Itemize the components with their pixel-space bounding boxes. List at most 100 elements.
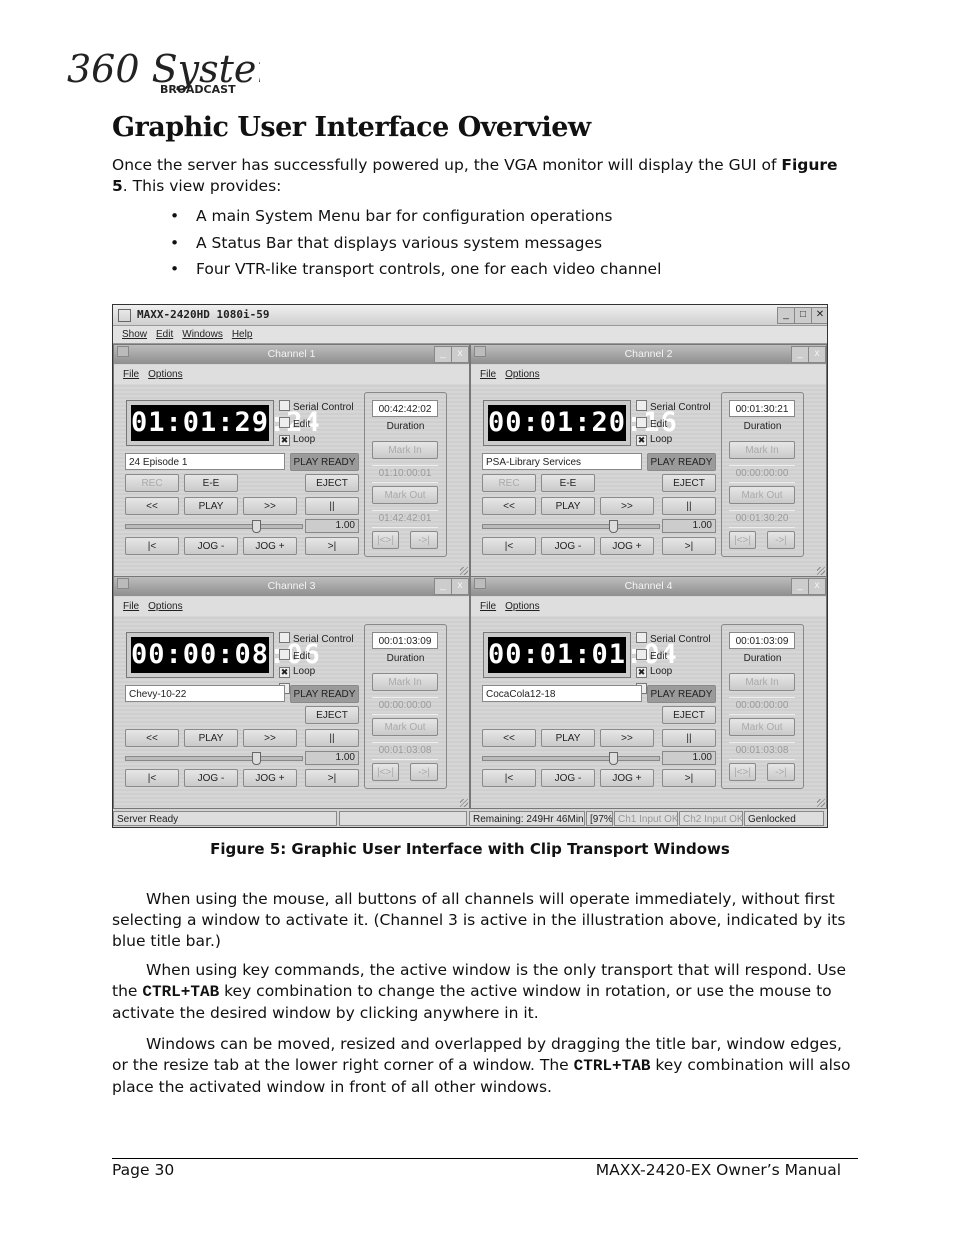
eject-button[interactable]: EJECT: [305, 706, 359, 724]
checkbox-loop[interactable]: ✖ Loop: [636, 666, 672, 678]
minimize-icon[interactable]: _: [434, 578, 452, 595]
close-icon[interactable]: ✕: [811, 307, 827, 324]
goto-out-button[interactable]: ->|: [410, 531, 438, 549]
resize-grip-icon[interactable]: [817, 567, 825, 575]
goto-in-button[interactable]: |<>|: [729, 763, 756, 781]
slider-handle[interactable]: [251, 752, 261, 765]
checkbox-box[interactable]: ✖: [279, 435, 290, 446]
maximize-icon[interactable]: □: [794, 307, 812, 324]
menu-show[interactable]: Show: [122, 329, 147, 340]
rewind-button[interactable]: <<: [482, 729, 536, 747]
pause-button[interactable]: ||: [305, 729, 359, 747]
menu-file[interactable]: File: [123, 369, 139, 380]
pause-button[interactable]: ||: [305, 497, 359, 515]
goto-in-button[interactable]: |<>|: [372, 531, 399, 549]
menu-options[interactable]: Options: [505, 369, 539, 380]
play-button[interactable]: PLAY: [541, 497, 595, 515]
go-to-end-button[interactable]: >|: [662, 537, 716, 555]
app-titlebar[interactable]: MAXX-2420HD 1080i-59 _ □ ✕: [113, 305, 827, 326]
menu-file[interactable]: File: [123, 601, 139, 612]
checkbox-box[interactable]: [636, 417, 647, 428]
checkbox-box[interactable]: [279, 417, 290, 428]
ee-button[interactable]: E-E: [184, 474, 238, 492]
mark-out-button[interactable]: Mark Out: [729, 718, 795, 736]
pause-button[interactable]: ||: [662, 729, 716, 747]
close-icon[interactable]: x: [808, 346, 826, 363]
fast-forward-button[interactable]: >>: [600, 729, 654, 747]
rewind-button[interactable]: <<: [482, 497, 536, 515]
clip-name-field[interactable]: CocaCola12-18: [482, 685, 642, 702]
menu-file[interactable]: File: [480, 369, 496, 380]
resize-grip-icon[interactable]: [817, 799, 825, 807]
checkbox-box[interactable]: [636, 400, 647, 411]
window-icon[interactable]: [474, 578, 486, 589]
channel-window[interactable]: Channel 3 _ x File Options 00:00:08:06 Serial …: [113, 576, 470, 809]
goto-out-button[interactable]: ->|: [767, 763, 795, 781]
checkbox-serial[interactable]: Serial Control: [279, 632, 354, 645]
mark-in-button[interactable]: Mark In: [372, 673, 438, 691]
mark-in-button[interactable]: Mark In: [729, 673, 795, 691]
speed-slider[interactable]: [125, 520, 303, 533]
checkbox-edit[interactable]: Edit: [636, 649, 667, 662]
menu-file[interactable]: File: [480, 601, 496, 612]
jog-forward-button[interactable]: JOG +: [600, 769, 654, 787]
go-to-end-button[interactable]: >|: [305, 537, 359, 555]
slider-handle[interactable]: [251, 520, 261, 533]
menu-edit[interactable]: Edit: [156, 329, 173, 340]
clip-name-field[interactable]: 24 Episode 1: [125, 453, 285, 470]
ee-button[interactable]: E-E: [541, 474, 595, 492]
checkbox-serial[interactable]: Serial Control: [636, 632, 711, 645]
jog-back-button[interactable]: JOG -: [541, 769, 595, 787]
checkbox-box[interactable]: ✖: [279, 667, 290, 678]
fast-forward-button[interactable]: >>: [600, 497, 654, 515]
checkbox-box[interactable]: [279, 400, 290, 411]
menu-options[interactable]: Options: [505, 601, 539, 612]
channel-window[interactable]: Channel 4 _ x File Options 00:01:01:04 Serial …: [470, 576, 827, 809]
menu-options[interactable]: Options: [148, 369, 182, 380]
jog-back-button[interactable]: JOG -: [541, 537, 595, 555]
jog-forward-button[interactable]: JOG +: [243, 537, 297, 555]
jog-back-button[interactable]: JOG -: [184, 769, 238, 787]
checkbox-edit[interactable]: Edit: [279, 417, 310, 430]
mark-in-button[interactable]: Mark In: [729, 441, 795, 459]
fast-forward-button[interactable]: >>: [243, 497, 297, 515]
eject-button[interactable]: EJECT: [305, 474, 359, 492]
channel-titlebar[interactable]: Channel 1 _ x: [114, 345, 469, 364]
checkbox-loop[interactable]: ✖ Loop: [636, 434, 672, 446]
goto-out-button[interactable]: ->|: [410, 763, 438, 781]
checkbox-loop[interactable]: ✖ Loop: [279, 666, 315, 678]
channel-titlebar[interactable]: Channel 3 _ x: [114, 577, 469, 596]
channel-window[interactable]: Channel 1 _ x File Options 01:01:29:24 Serial …: [113, 344, 470, 577]
minimize-icon[interactable]: _: [777, 307, 795, 324]
slider-handle[interactable]: [608, 752, 618, 765]
speed-slider[interactable]: [482, 752, 660, 765]
close-icon[interactable]: x: [808, 578, 826, 595]
speed-slider[interactable]: [482, 520, 660, 533]
goto-in-button[interactable]: |<>|: [729, 531, 756, 549]
eject-button[interactable]: EJECT: [662, 706, 716, 724]
mark-out-button[interactable]: Mark Out: [372, 718, 438, 736]
mark-in-button[interactable]: Mark In: [372, 441, 438, 459]
minimize-icon[interactable]: _: [791, 578, 809, 595]
checkbox-serial[interactable]: Serial Control: [279, 400, 354, 413]
checkbox-box[interactable]: [279, 632, 290, 643]
channel-titlebar[interactable]: Channel 4 _ x: [471, 577, 826, 596]
checkbox-box[interactable]: ✖: [636, 667, 647, 678]
clip-name-field[interactable]: PSA-Library Services: [482, 453, 642, 470]
speed-slider[interactable]: [125, 752, 303, 765]
go-to-end-button[interactable]: >|: [305, 769, 359, 787]
close-icon[interactable]: x: [451, 578, 469, 595]
checkbox-box[interactable]: [279, 649, 290, 660]
play-button[interactable]: PLAY: [184, 497, 238, 515]
channel-titlebar[interactable]: Channel 2 _ x: [471, 345, 826, 364]
rec-button[interactable]: REC: [482, 474, 536, 492]
checkbox-edit[interactable]: Edit: [279, 649, 310, 662]
slider-handle[interactable]: [608, 520, 618, 533]
jog-forward-button[interactable]: JOG +: [243, 769, 297, 787]
go-to-start-button[interactable]: |<: [125, 769, 179, 787]
eject-button[interactable]: EJECT: [662, 474, 716, 492]
window-icon[interactable]: [117, 578, 129, 589]
jog-back-button[interactable]: JOG -: [184, 537, 238, 555]
resize-grip-icon[interactable]: [460, 567, 468, 575]
pause-button[interactable]: ||: [662, 497, 716, 515]
